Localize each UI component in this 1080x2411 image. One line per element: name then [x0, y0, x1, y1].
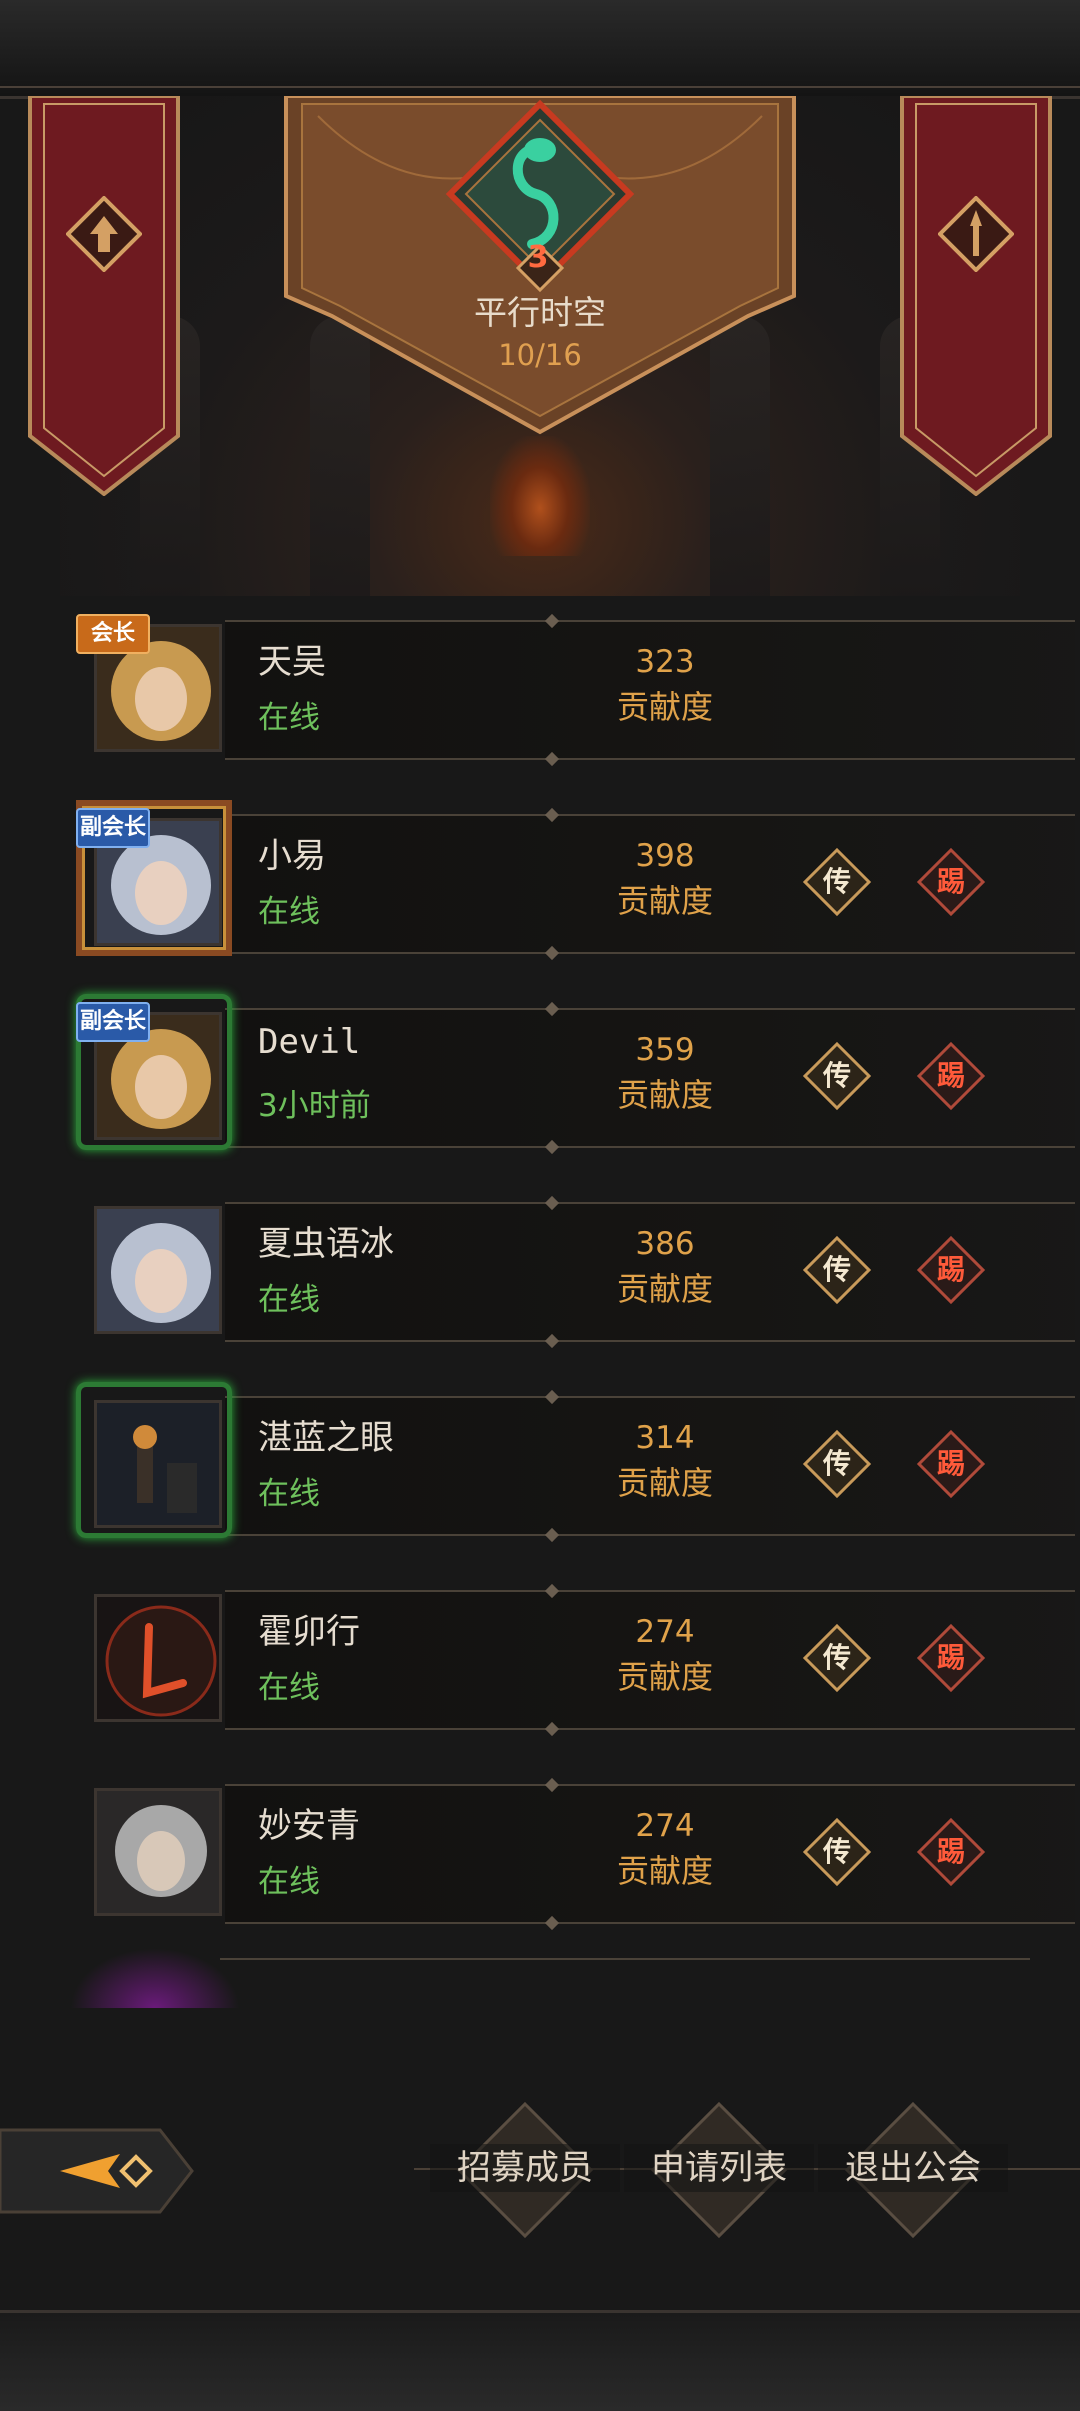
kick-button[interactable]: 踢	[916, 1429, 986, 1499]
transfer-button[interactable]: 传	[802, 847, 872, 917]
leave-guild-label: 退出公会	[818, 2144, 1008, 2192]
contribution-label: 贡献度	[616, 882, 713, 920]
contribution-label: 贡献度	[616, 1852, 713, 1890]
applications-label: 申请列表	[624, 2144, 814, 2192]
kick-label: 踢	[936, 1253, 965, 1286]
kick-button[interactable]: 踢	[916, 1235, 986, 1305]
member-status: 3小时前	[258, 1088, 371, 1124]
transfer-button[interactable]: 传	[802, 1623, 872, 1693]
contribution-label: 贡献度	[616, 688, 713, 726]
kick-button[interactable]: 踢	[916, 1817, 986, 1887]
member-name: Devil	[258, 1022, 361, 1062]
arrow-up-emblem-icon[interactable]	[66, 196, 142, 272]
avatar[interactable]	[94, 1788, 222, 1916]
kick-button[interactable]: 踢	[916, 1623, 986, 1693]
role-badge-vice: 副会长	[76, 1002, 150, 1042]
transfer-label: 传	[822, 1641, 851, 1674]
bottom-frame	[0, 2310, 1080, 2411]
member-status: 在线	[258, 1476, 320, 1512]
contribution-value: 323	[635, 644, 695, 680]
contribution-value: 314	[635, 1420, 695, 1456]
kick-button[interactable]: 踢	[916, 1041, 986, 1111]
kick-button[interactable]: 踢	[916, 847, 986, 917]
kick-label: 踢	[936, 1059, 965, 1092]
transfer-button[interactable]: 传	[802, 1817, 872, 1887]
contribution-label: 贡献度	[616, 1270, 713, 1308]
applications-button[interactable]: 申请列表	[624, 2100, 814, 2240]
transfer-button[interactable]: 传	[802, 1235, 872, 1305]
sword-emblem-icon[interactable]	[938, 196, 1014, 272]
contribution-value: 398	[635, 838, 695, 874]
avatar[interactable]	[94, 1594, 222, 1722]
transfer-label: 传	[822, 1835, 851, 1868]
contribution-value: 359	[635, 1032, 695, 1068]
member-name: 夏虫语冰	[258, 1224, 394, 1264]
transfer-label: 传	[822, 1253, 851, 1286]
transfer-label: 传	[822, 865, 851, 898]
transfer-button[interactable]: 传	[802, 1041, 872, 1111]
contribution-value: 274	[635, 1808, 695, 1844]
top-frame	[0, 0, 1080, 99]
member-row: 会长 天吴 在线 323 贡献度	[76, 614, 1075, 760]
transfer-label: 传	[822, 1059, 851, 1092]
guild-name: 平行时空	[474, 293, 606, 332]
member-status: 在线	[258, 1864, 320, 1900]
member-status: 在线	[258, 1282, 320, 1318]
member-name: 天吴	[258, 642, 326, 682]
member-row: 妙安青 在线 274 贡献度 传 踢	[90, 1784, 1075, 1924]
member-row: 夏虫语冰 在线 386 贡献度 传 踢	[90, 1202, 1075, 1342]
guild-level: 3	[527, 240, 549, 275]
transfer-label: 传	[822, 1447, 851, 1480]
contribution-label: 贡献度	[616, 1464, 713, 1502]
member-status: 在线	[258, 1670, 320, 1706]
avatar[interactable]	[94, 1400, 222, 1528]
contribution-value: 274	[635, 1614, 695, 1650]
kick-label: 踢	[936, 1447, 965, 1480]
kick-label: 踢	[936, 1835, 965, 1868]
member-name: 小易	[258, 836, 326, 876]
transfer-button[interactable]: 传	[802, 1429, 872, 1499]
avatar[interactable]	[94, 1206, 222, 1334]
contribution-label: 贡献度	[616, 1658, 713, 1696]
member-status: 在线	[258, 700, 320, 736]
member-name: 湛蓝之眼	[258, 1418, 394, 1458]
brazier-fire	[490, 436, 590, 556]
recruit-button[interactable]: 招募成员	[430, 2100, 620, 2240]
bottom-actions: 招募成员 申请列表 退出公会	[0, 2100, 1080, 2240]
left-banner	[26, 96, 182, 496]
contribution-value: 386	[635, 1226, 695, 1262]
member-row: 湛蓝之眼 在线 314 贡献度 传 踢	[76, 1382, 1075, 1538]
back-arrow-icon[interactable]	[0, 2124, 196, 2218]
member-status: 在线	[258, 894, 320, 930]
member-list[interactable]: 会长 天吴 在线 323 贡献度 副会长 小易 在线 398 贡献度 传 踢 副	[0, 600, 1080, 2008]
recruit-label: 招募成员	[430, 2144, 620, 2192]
guild-member-count: 10/16	[498, 338, 582, 372]
member-name: 霍卯行	[258, 1612, 360, 1652]
leave-guild-button[interactable]: 退出公会	[818, 2100, 1008, 2240]
contribution-label: 贡献度	[616, 1076, 713, 1114]
member-row: 副会长 小易 在线 398 贡献度 传 踢	[76, 800, 1075, 956]
kick-label: 踢	[936, 1641, 965, 1674]
member-row-partial	[70, 1948, 1030, 2008]
kick-label: 踢	[936, 865, 965, 898]
member-row: 霍卯行 在线 274 贡献度 传 踢	[90, 1590, 1075, 1730]
member-name: 妙安青	[258, 1806, 360, 1846]
role-badge-leader: 会长	[76, 614, 150, 654]
right-banner	[898, 96, 1054, 496]
role-badge-vice: 副会长	[76, 808, 150, 848]
member-row: 副会长 Devil 3小时前 359 贡献度 传 踢	[76, 994, 1075, 1150]
